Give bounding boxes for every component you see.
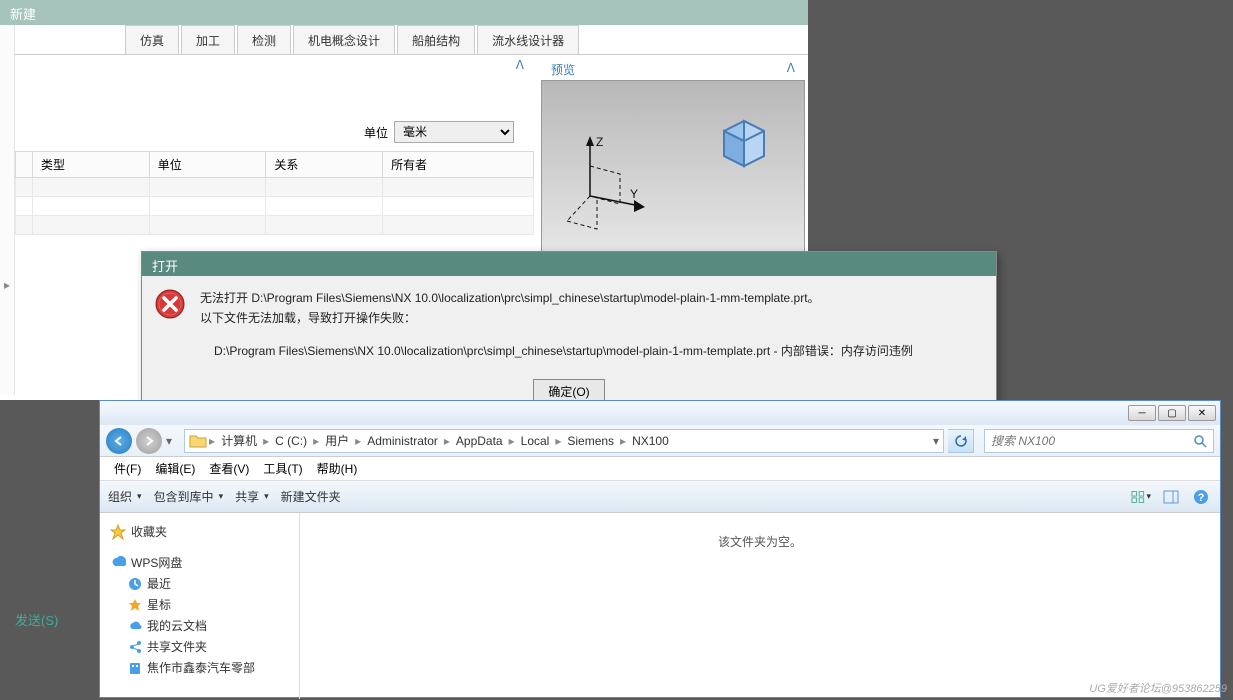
empty-folder-text: 该文件夹为空。 — [718, 533, 802, 550]
tab-manufacturing[interactable]: 加工 — [181, 25, 235, 54]
template-panel: ᐱ 单位 毫米 类型 单位 关系 所有者 — [15, 55, 538, 243]
close-button[interactable]: ✕ — [1188, 405, 1216, 421]
tool-organize[interactable]: 组织 — [108, 488, 142, 505]
tree-company[interactable]: 焦作市鑫泰汽车零部 — [104, 657, 295, 678]
preview-collapse-icon[interactable]: ᐱ — [787, 61, 795, 77]
nav-forward-button[interactable] — [136, 428, 162, 454]
error-message: 无法打开 D:\Program Files\Siemens\NX 10.0\lo… — [200, 288, 913, 361]
svg-text:Y: Y — [630, 187, 638, 201]
svg-text:Z: Z — [596, 136, 603, 149]
tab-simulation[interactable]: 仿真 — [125, 25, 179, 54]
explorer-tree[interactable]: 收藏夹 WPS网盘 最近 星标 我的云文档 — [100, 513, 300, 699]
crumb-siemens[interactable]: Siemens — [563, 434, 618, 448]
preview-panel: 预览 ᐱ — [538, 55, 808, 243]
tool-share[interactable]: 共享 — [235, 488, 269, 505]
menu-view[interactable]: 查看(V) — [203, 458, 255, 479]
explorer-toolbar: 组织 包含到库中 共享 新建文件夹 ▾ ? — [100, 481, 1220, 513]
explorer-nav: ▾ ▸ 计算机▸ C (C:)▸ 用户▸ Administrator▸ AppD… — [100, 425, 1220, 457]
search-icon[interactable] — [1193, 434, 1207, 448]
menu-help[interactable]: 帮助(H) — [311, 458, 364, 479]
explorer-titlebar: ─ ▢ ✕ — [100, 401, 1220, 425]
error-dialog: 打开 无法打开 D:\Program Files\Siemens\NX 10.0… — [141, 251, 997, 411]
nav-back-button[interactable] — [106, 428, 132, 454]
tool-include[interactable]: 包含到库中 — [154, 488, 224, 505]
tool-newfolder[interactable]: 新建文件夹 — [281, 488, 341, 505]
explorer-content: 该文件夹为空。 — [300, 513, 1220, 699]
search-input[interactable] — [991, 434, 1193, 448]
maximize-button[interactable]: ▢ — [1158, 405, 1186, 421]
crumb-local[interactable]: Local — [517, 434, 554, 448]
breadcrumb[interactable]: ▸ 计算机▸ C (C:)▸ 用户▸ Administrator▸ AppDat… — [184, 429, 944, 453]
col-relation[interactable]: 关系 — [266, 152, 383, 178]
table-row[interactable] — [16, 216, 534, 235]
svg-text:?: ? — [1198, 492, 1205, 504]
left-sidebar-stub — [0, 25, 15, 395]
table-row[interactable] — [16, 178, 534, 197]
preview-label: 预览 — [551, 61, 575, 77]
unit-label: 单位 — [364, 124, 388, 141]
help-icon[interactable]: ? — [1190, 487, 1212, 507]
menu-edit[interactable]: 编辑(E) — [149, 458, 201, 479]
tree-favorites[interactable]: 收藏夹 — [104, 521, 295, 542]
crumb-nx100[interactable]: NX100 — [628, 434, 673, 448]
refresh-button[interactable] — [948, 429, 974, 453]
error-icon — [154, 288, 186, 320]
tab-inspection[interactable]: 检测 — [237, 25, 291, 54]
minimize-button[interactable]: ─ — [1128, 405, 1156, 421]
nav-history-icon[interactable]: ▾ — [166, 434, 172, 448]
tab-mechatronics[interactable]: 机电概念设计 — [293, 25, 395, 54]
table-row[interactable] — [16, 197, 534, 216]
menu-file[interactable]: 件(F) — [108, 458, 147, 479]
tree-mycloud[interactable]: 我的云文档 — [104, 615, 295, 636]
send-button[interactable]: 发送(S) — [15, 610, 58, 629]
col-type[interactable]: 类型 — [33, 152, 150, 178]
error-title: 打开 — [142, 252, 996, 276]
view-mode-icon[interactable]: ▾ — [1130, 487, 1152, 507]
tab-strip: 仿真 加工 检测 机电概念设计 船舶结构 流水线设计器 — [15, 25, 808, 55]
panel-collapse-icon[interactable]: ᐱ — [15, 55, 534, 77]
menu-tools[interactable]: 工具(T) — [257, 458, 308, 479]
axes-icon: Z Y — [562, 136, 652, 236]
preview-pane-icon[interactable] — [1160, 487, 1182, 507]
explorer-window: ─ ▢ ✕ ▾ ▸ 计算机▸ C (C:)▸ 用户▸ Administrator… — [99, 400, 1221, 698]
unit-select[interactable]: 毫米 — [394, 121, 514, 143]
tree-shared[interactable]: 共享文件夹 — [104, 636, 295, 657]
crumb-computer[interactable]: 计算机 — [217, 432, 261, 449]
tab-line-designer[interactable]: 流水线设计器 — [477, 25, 579, 54]
crumb-appdata[interactable]: AppData — [452, 434, 507, 448]
crumb-users[interactable]: 用户 — [321, 432, 353, 449]
watermark: UG爱好者论坛@953862259 — [1089, 680, 1227, 696]
template-table[interactable]: 类型 单位 关系 所有者 — [15, 151, 534, 235]
search-box[interactable] — [984, 429, 1214, 453]
explorer-menu: 件(F) 编辑(E) 查看(V) 工具(T) 帮助(H) — [100, 457, 1220, 481]
tab-ship[interactable]: 船舶结构 — [397, 25, 475, 54]
breadcrumb-dropdown-icon[interactable]: ▾ — [933, 434, 939, 448]
tree-starred[interactable]: 星标 — [104, 594, 295, 615]
tree-recent[interactable]: 最近 — [104, 573, 295, 594]
sidebar-expand-icon[interactable]: ▸ — [0, 270, 14, 300]
crumb-c[interactable]: C (C:) — [271, 434, 311, 448]
col-owner[interactable]: 所有者 — [383, 152, 534, 178]
crumb-admin[interactable]: Administrator — [363, 434, 442, 448]
nx-titlebar: 新建 — [0, 0, 808, 25]
part-icon — [714, 111, 774, 171]
tree-wps[interactable]: WPS网盘 — [104, 552, 295, 573]
preview-viewport: Z Y — [541, 80, 805, 260]
col-unit[interactable]: 单位 — [149, 152, 266, 178]
folder-icon — [189, 433, 207, 449]
